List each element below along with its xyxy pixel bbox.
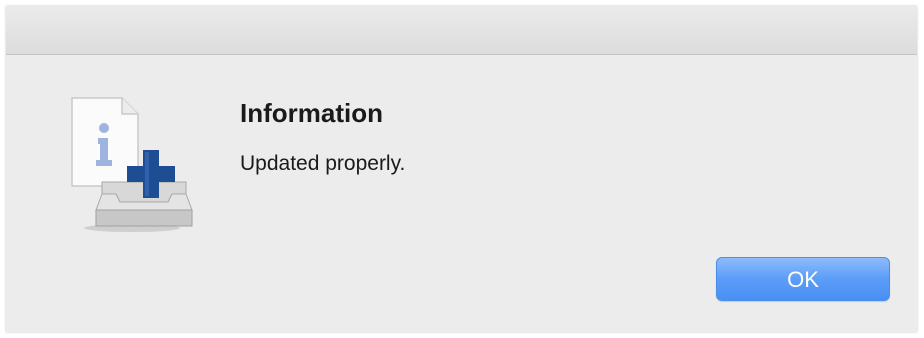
ok-button[interactable]: OK <box>716 257 890 301</box>
info-add-to-tray-icon <box>68 94 198 234</box>
dialog-title: Information <box>240 98 383 128</box>
dialog-message: Updated properly. <box>240 152 406 175</box>
alert-dialog: Information Updated properly. OK <box>6 6 917 332</box>
dialog-titlebar[interactable] <box>6 6 917 55</box>
